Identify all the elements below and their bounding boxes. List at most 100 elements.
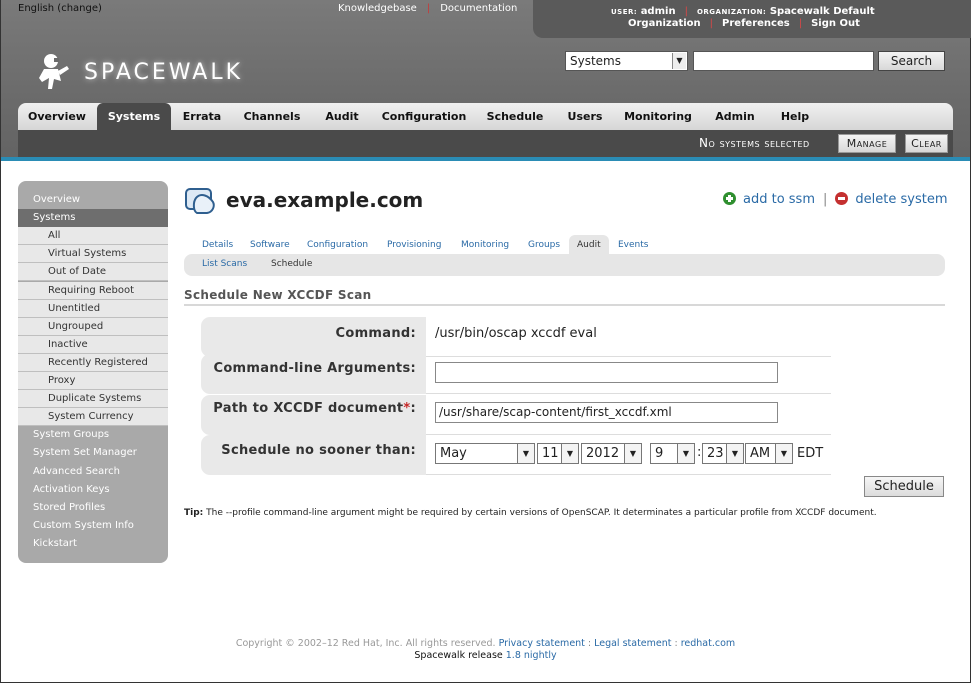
chevron-down-icon: ▼ <box>517 444 534 463</box>
sign-out-link[interactable]: Sign Out <box>811 18 860 29</box>
sidebar-item-system-set-manager[interactable]: System Set Manager <box>18 444 168 462</box>
user-info-box: USER: admin | ORGANIZATION: Spacewalk Defa… <box>533 0 971 38</box>
path-cell: /usr/share/scap-content/first_xccdf.xml <box>426 395 831 435</box>
locale-change-link[interactable]: change <box>61 3 98 14</box>
sidebar-item-virtual-systems[interactable]: Virtual Systems <box>18 245 168 264</box>
tab-channels[interactable]: Channels <box>236 103 308 130</box>
timezone-label: EDT <box>797 446 824 461</box>
ampm-select[interactable]: AM ▼ <box>745 443 793 464</box>
ssm-status: No systems selected <box>699 136 810 150</box>
tab-schedule[interactable]: Schedule <box>480 103 550 130</box>
page-header: English (change) Knowledgebase | Documenta… <box>1 0 971 161</box>
tip-text: Tip: The --profile command-line argument… <box>184 508 877 518</box>
subtab-monitoring[interactable]: Monitoring <box>461 235 509 255</box>
tab-errata[interactable]: Errata <box>173 103 231 130</box>
sidebar-item-custom-system-info[interactable]: Custom System Info <box>18 517 168 535</box>
month-select[interactable]: May ▼ <box>435 443 535 464</box>
tab-admin[interactable]: Admin <box>707 103 763 130</box>
chevron-down-icon: ▼ <box>775 444 792 463</box>
subtab-provisioning[interactable]: Provisioning <box>387 235 441 255</box>
delete-icon <box>835 192 849 205</box>
sidebar-item-overview[interactable]: Overview <box>18 191 168 209</box>
user-label: USER: <box>611 8 638 16</box>
tab-systems[interactable]: Systems <box>97 103 171 130</box>
sidebar-item-inactive[interactable]: Inactive <box>18 335 168 354</box>
spacewalk-logo[interactable]: SPACEWALK <box>34 51 264 93</box>
tab-configuration[interactable]: Configuration <box>376 103 472 130</box>
organization-link[interactable]: Organization <box>628 18 701 29</box>
hour-select[interactable]: 9 ▼ <box>650 443 695 464</box>
tab-users[interactable]: Users <box>559 103 611 130</box>
user-name-link[interactable]: admin <box>641 6 676 17</box>
subtab-schedule[interactable]: Schedule <box>271 259 312 269</box>
arguments-label: Command-line Arguments: <box>201 354 426 394</box>
sidebar-item-systems[interactable]: Systems <box>18 209 168 228</box>
section-heading: Schedule New XCCDF Scan <box>184 288 945 306</box>
xccdf-path-input[interactable]: /usr/share/scap-content/first_xccdf.xml <box>435 402 778 423</box>
search-scope-select[interactable]: Systems ▼ <box>565 51 688 71</box>
subtab-software[interactable]: Software <box>250 235 290 255</box>
documentation-link[interactable]: Documentation <box>440 3 517 14</box>
copyright-text: Copyright © 2002–12 Red Hat, Inc. All ri… <box>235 638 496 649</box>
release-version-link[interactable]: 1.8 nightly <box>506 650 557 661</box>
organization-label: ORGANIZATION: <box>696 8 767 16</box>
sidebar-item-recently-registered[interactable]: Recently Registered <box>18 353 168 372</box>
knowledgebase-link[interactable]: Knowledgebase <box>338 3 417 14</box>
sidebar-item-ungrouped[interactable]: Ungrouped <box>18 317 168 336</box>
subtab-events[interactable]: Events <box>618 235 648 255</box>
schedule-cell: May ▼ 11 ▼ 2012 ▼ 9 ▼ : 23 ▼ AM ▼ EDT <box>426 435 831 475</box>
tab-audit[interactable]: Audit <box>314 103 370 130</box>
ampm-value: AM <box>750 446 771 461</box>
release-label: Spacewalk release <box>414 650 503 661</box>
sidebar-item-unentitled[interactable]: Unentitled <box>18 299 168 318</box>
ssm-clear-button[interactable]: Clear <box>905 134 948 153</box>
delete-system-link[interactable]: delete system <box>855 192 947 207</box>
privacy-statement-link[interactable]: Privacy statement <box>499 638 585 649</box>
redhat-link[interactable]: redhat.com <box>681 638 735 649</box>
tab-help[interactable]: Help <box>771 103 819 130</box>
ssm-manage-button[interactable]: Manage <box>838 134 896 153</box>
arguments-cell <box>426 354 831 394</box>
chevron-down-icon: ▼ <box>561 444 578 463</box>
subtab-list-scans[interactable]: List Scans <box>202 259 247 269</box>
legal-statement-link[interactable]: Legal statement <box>594 638 671 649</box>
sidebar-item-duplicate-systems[interactable]: Duplicate Systems <box>18 390 168 409</box>
chevron-down-icon: ▼ <box>672 53 686 69</box>
sidebar-item-system-groups[interactable]: System Groups <box>18 426 168 444</box>
form-row-command: Command: /usr/bin/oscap xccdf eval <box>201 317 831 357</box>
subtab-groups[interactable]: Groups <box>528 235 560 255</box>
sidebar-item-out-of-date[interactable]: Out of Date <box>18 263 168 282</box>
search-input[interactable] <box>693 51 874 71</box>
locale-language: English <box>18 3 55 14</box>
schedule-button[interactable]: Schedule <box>864 476 944 497</box>
schedule-label: Schedule no sooner than: <box>201 435 426 475</box>
system-hostname: eva.example.com <box>226 188 424 212</box>
sidebar-item-stored-profiles[interactable]: Stored Profiles <box>18 499 168 517</box>
locale-selector: English (change) <box>18 3 102 14</box>
minute-select[interactable]: 23 ▼ <box>702 443 744 464</box>
sidebar-item-activation-keys[interactable]: Activation Keys <box>18 481 168 499</box>
preferences-link[interactable]: Preferences <box>722 18 790 29</box>
search-scope-value: Systems <box>570 54 621 68</box>
required-marker: * <box>403 401 411 416</box>
tab-monitoring[interactable]: Monitoring <box>620 103 696 130</box>
add-to-ssm-link[interactable]: add to ssm <box>743 192 815 207</box>
sidebar-item-advanced-search[interactable]: Advanced Search <box>18 463 168 481</box>
subtab-audit[interactable]: Audit <box>569 235 609 255</box>
search-button[interactable]: Search <box>878 51 945 71</box>
sidebar-item-proxy[interactable]: Proxy <box>18 372 168 390</box>
year-select[interactable]: 2012 ▼ <box>581 443 642 464</box>
day-select[interactable]: 11 ▼ <box>537 443 579 464</box>
system-actions: add to ssm | delete system <box>723 192 947 207</box>
sidebar-item-kickstart[interactable]: Kickstart <box>18 535 168 553</box>
sidebar-item-system-currency[interactable]: System Currency <box>18 408 168 427</box>
arguments-input[interactable] <box>435 362 778 383</box>
subtab-configuration[interactable]: Configuration <box>307 235 368 255</box>
tab-overview[interactable]: Overview <box>18 103 96 130</box>
subtab-details[interactable]: Details <box>202 235 233 255</box>
tip-body: The --profile command-line argument migh… <box>206 508 877 518</box>
year-value: 2012 <box>586 446 620 461</box>
form-row-schedule: Schedule no sooner than: May ▼ 11 ▼ 2012 ▼ … <box>201 435 831 475</box>
sidebar-item-all[interactable]: All <box>18 227 168 246</box>
sidebar-item-requiring-reboot[interactable]: Requiring Reboot <box>18 281 168 300</box>
